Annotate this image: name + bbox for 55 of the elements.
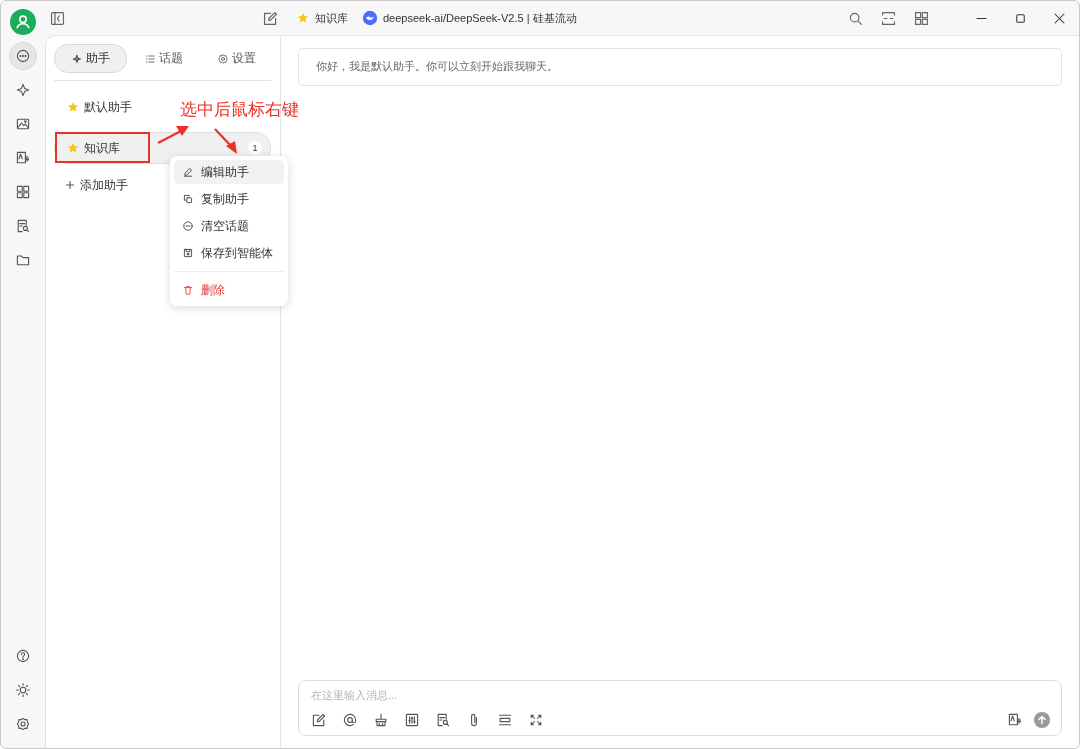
document-search-icon[interactable]: [435, 712, 451, 728]
translate-icon: [15, 150, 31, 166]
annotation-arrow: [214, 128, 237, 154]
model-selector[interactable]: deepseek-ai/DeepSeek-V2.5 | 硅基流动: [362, 10, 577, 26]
sliders-icon[interactable]: [404, 712, 420, 728]
tab[interactable]: 话题: [127, 44, 200, 73]
apps-icon[interactable]: [913, 9, 930, 27]
assistant-name: 知识库: [315, 10, 348, 26]
image-icon: [15, 116, 31, 132]
star-icon: [67, 101, 79, 113]
broom-icon[interactable]: [373, 712, 389, 728]
list-icon: [144, 52, 156, 65]
save-icon: [182, 247, 194, 259]
menu-item[interactable]: 复制助手: [174, 187, 284, 211]
translate-icon[interactable]: [1007, 712, 1023, 728]
help-icon[interactable]: [15, 648, 31, 664]
menu-item[interactable]: 清空话题: [174, 214, 284, 238]
star-icon: [297, 12, 309, 24]
assistant-item[interactable]: 默认助手: [54, 91, 150, 123]
fullscreen-icon[interactable]: [528, 712, 544, 728]
add-assistant-button[interactable]: 添加助手: [54, 173, 138, 197]
sparkle-icon: [15, 82, 31, 98]
at-icon[interactable]: [342, 712, 358, 728]
apps-icon: [15, 184, 31, 200]
folder-icon: [15, 252, 31, 268]
sun-icon[interactable]: [15, 682, 31, 698]
model-logo: [362, 10, 378, 26]
sidebar-toggle-icon[interactable]: [49, 9, 66, 27]
nav-button[interactable]: [9, 42, 37, 70]
greeting-message: 你好，我是默认助手。你可以立刻开始跟我聊天。: [298, 48, 1062, 86]
star-icon: [67, 142, 79, 154]
copy-icon: [182, 193, 194, 205]
trash-icon: [182, 284, 194, 296]
plus-icon: [64, 179, 76, 191]
annotation-arrow: [157, 126, 189, 144]
sparkle-icon: [71, 52, 83, 65]
count-badge: 1: [248, 141, 262, 155]
tab[interactable]: 设置: [200, 44, 273, 73]
menu-item[interactable]: 编辑助手: [174, 160, 284, 184]
minus-circle-icon: [182, 220, 194, 232]
tab[interactable]: 助手: [54, 44, 127, 73]
send-button[interactable]: [1033, 711, 1051, 729]
fit-width-icon[interactable]: [880, 9, 897, 27]
avatar-icon[interactable]: [10, 9, 36, 35]
pencil-icon: [182, 166, 194, 178]
menu-item[interactable]: 保存到智能体: [174, 241, 284, 265]
new-chat-icon[interactable]: [262, 9, 279, 27]
settings-icon[interactable]: [15, 716, 31, 732]
menu-item[interactable]: 删除: [174, 278, 284, 302]
annotation-text: 选中后鼠标右键: [180, 99, 299, 121]
collapse-icon[interactable]: [497, 712, 513, 728]
chat-icon: [15, 48, 31, 64]
document-search-icon: [15, 218, 31, 234]
settings-icon: [217, 52, 229, 65]
edit-icon[interactable]: [311, 712, 327, 728]
